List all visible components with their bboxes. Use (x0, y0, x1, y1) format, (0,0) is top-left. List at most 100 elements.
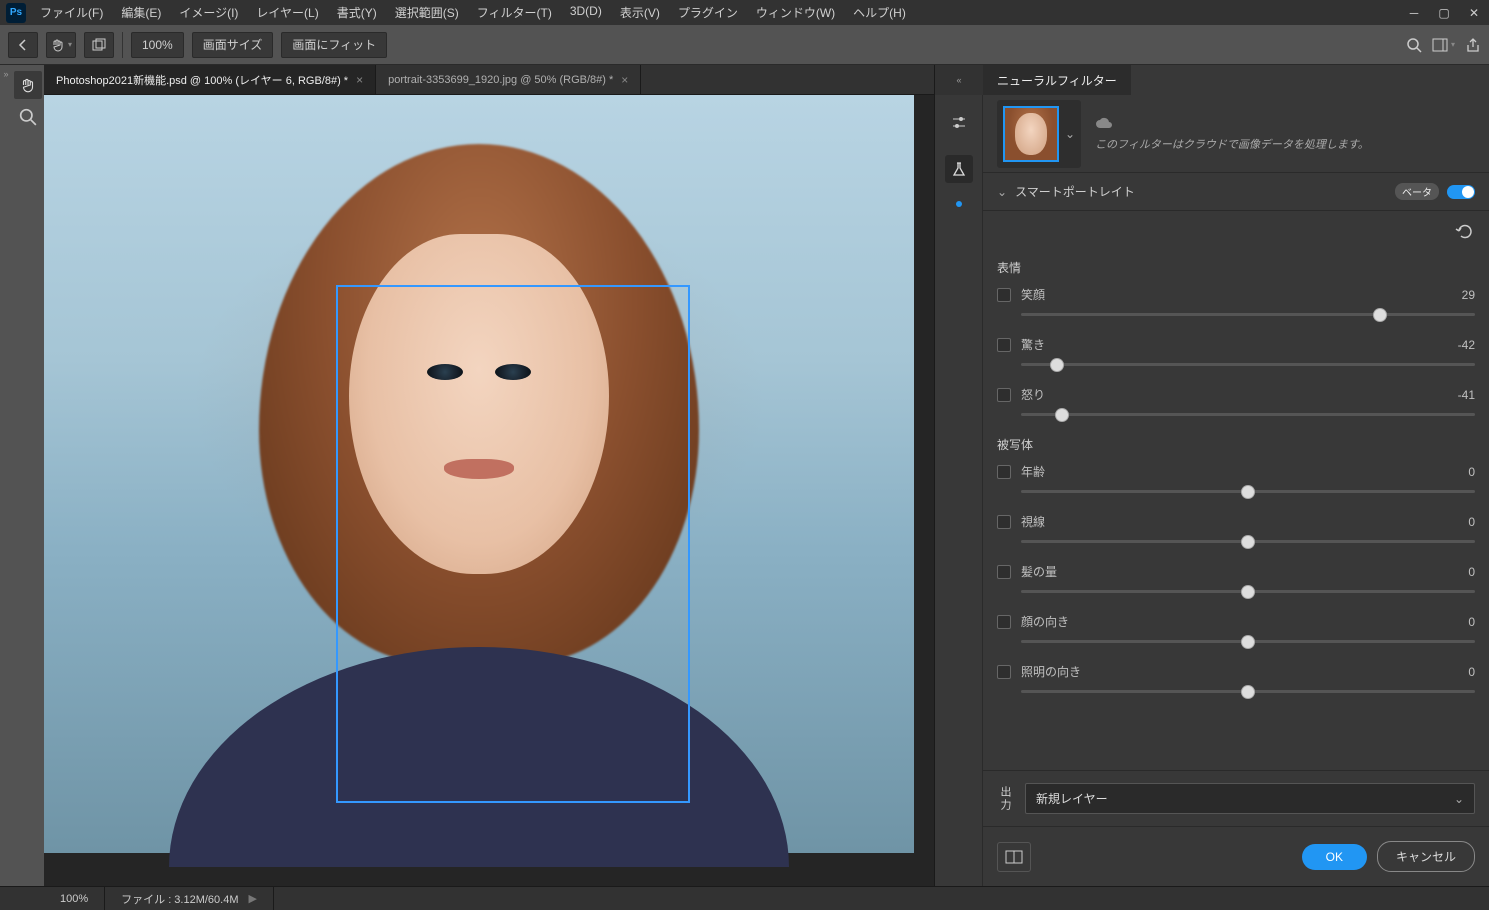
slider-thumb[interactable] (1055, 408, 1069, 422)
slider-row: 照明の向き0 (997, 663, 1475, 693)
panel-tab-bar: « ニューラルフィルター (935, 65, 1489, 95)
output-select[interactable]: 新規レイヤー ⌄ (1025, 783, 1475, 814)
reset-button[interactable] (1455, 223, 1475, 239)
menu-help[interactable]: ヘルプ(H) (845, 0, 914, 25)
cloud-message: このフィルターはクラウドで画像データを処理します。 (1095, 136, 1369, 152)
slider-checkbox[interactable] (997, 515, 1011, 529)
menu-3d[interactable]: 3D(D) (562, 0, 610, 25)
slider-checkbox[interactable] (997, 288, 1011, 302)
chevron-down-icon[interactable]: ⌄ (997, 185, 1007, 199)
face-thumb-dropdown[interactable]: ⌄ (997, 100, 1081, 168)
menu-select[interactable]: 選択範囲(S) (387, 0, 467, 25)
slider-track[interactable] (1021, 363, 1475, 366)
slider-thumb[interactable] (1241, 485, 1255, 499)
panel-main: ⌄ このフィルターはクラウドで画像データを処理します。 ⌄ スマートポートレイト… (983, 95, 1489, 886)
status-doc-size[interactable]: ファイル : 3.12M/60.4M ▶ (105, 887, 274, 910)
tab-label: portrait-3353699_1920.jpg @ 50% (RGB/8#)… (388, 74, 613, 86)
sliders-area[interactable]: 表情笑顔29驚き-42怒り-41被写体年齢0視線0髪の量0顔の向き0照明の向き0 (983, 243, 1489, 770)
menu-edit[interactable]: 編集(E) (113, 0, 169, 25)
hand-tool[interactable] (14, 71, 42, 99)
app-logo: Ps (6, 3, 26, 23)
slider-track[interactable] (1021, 413, 1475, 416)
maximize-button[interactable]: ▢ (1429, 0, 1459, 25)
panel-collapse[interactable]: « (935, 65, 983, 95)
slider-label: 年齢 (1021, 463, 1045, 480)
slider-track[interactable] (1021, 313, 1475, 316)
left-collapse-strip[interactable]: » (0, 65, 12, 886)
slider-checkbox[interactable] (997, 615, 1011, 629)
share-icon[interactable] (1465, 37, 1481, 53)
status-zoom[interactable]: 100% (44, 887, 105, 910)
tool-strip (12, 65, 44, 886)
panel-title[interactable]: ニューラルフィルター (983, 65, 1131, 95)
slider-track[interactable] (1021, 690, 1475, 693)
filters-beta-icon[interactable] (945, 155, 973, 183)
minimize-button[interactable]: ─ (1399, 0, 1429, 25)
menu-bar: ファイル(F) 編集(E) イメージ(I) レイヤー(L) 書式(Y) 選択範囲… (32, 0, 914, 25)
document-tab[interactable]: Photoshop2021新機能.psd @ 100% (レイヤー 6, RGB… (44, 65, 376, 94)
menu-type[interactable]: 書式(Y) (329, 0, 385, 25)
slider-track[interactable] (1021, 640, 1475, 643)
filter-enable-toggle[interactable] (1447, 185, 1475, 199)
menu-file[interactable]: ファイル(F) (32, 0, 111, 25)
face-selector-row: ⌄ このフィルターはクラウドで画像データを処理します。 (983, 95, 1489, 173)
ok-button[interactable]: OK (1302, 844, 1367, 870)
preview-toggle-button[interactable] (997, 842, 1031, 872)
output-value: 新規レイヤー (1036, 790, 1108, 807)
slider-track[interactable] (1021, 540, 1475, 543)
hand-tool-option[interactable]: ▾ (46, 32, 76, 58)
menu-layer[interactable]: レイヤー(L) (248, 0, 326, 25)
options-bar: ▾ 100% 画面サイズ 画面にフィット ▾ (0, 25, 1489, 65)
slider-value: 0 (1451, 565, 1475, 579)
slider-value: 0 (1451, 665, 1475, 679)
slider-checkbox[interactable] (997, 565, 1011, 579)
canvas[interactable] (44, 95, 914, 853)
workspace-switcher[interactable]: ▾ (1432, 38, 1455, 52)
panel-category-icons (935, 95, 983, 886)
slider-label: 顔の向き (1021, 613, 1069, 630)
fit-screen-button[interactable]: 画面サイズ (192, 32, 274, 58)
filter-name: スマートポートレイト (1015, 183, 1135, 200)
menu-filter[interactable]: フィルター(T) (469, 0, 560, 25)
scroll-all-windows-button[interactable] (84, 32, 114, 58)
document-tab[interactable]: portrait-3353699_1920.jpg @ 50% (RGB/8#)… (376, 65, 641, 94)
canvas-viewport[interactable] (44, 95, 934, 886)
output-row: 出力 新規レイヤー ⌄ (983, 770, 1489, 826)
slider-checkbox[interactable] (997, 338, 1011, 352)
cancel-button[interactable]: キャンセル (1377, 841, 1475, 872)
slider-thumb[interactable] (1241, 635, 1255, 649)
slider-thumb[interactable] (1241, 685, 1255, 699)
zoom-level-field[interactable]: 100% (131, 32, 184, 58)
tab-label: Photoshop2021新機能.psd @ 100% (レイヤー 6, RGB… (56, 72, 348, 88)
slider-track[interactable] (1021, 490, 1475, 493)
close-button[interactable]: ✕ (1459, 0, 1489, 25)
menu-plugins[interactable]: プラグイン (670, 0, 746, 25)
home-back-button[interactable] (8, 32, 38, 58)
slider-label: 怒り (1021, 386, 1045, 403)
menu-image[interactable]: イメージ(I) (171, 0, 246, 25)
document-tab-bar: Photoshop2021新機能.psd @ 100% (レイヤー 6, RGB… (44, 65, 934, 95)
close-icon[interactable]: × (356, 73, 363, 87)
frame-icon (1432, 38, 1448, 52)
zoom-tool[interactable] (14, 103, 42, 131)
slider-checkbox[interactable] (997, 465, 1011, 479)
slider-thumb[interactable] (1373, 308, 1387, 322)
slider-track[interactable] (1021, 590, 1475, 593)
menu-window[interactable]: ウィンドウ(W) (748, 0, 843, 25)
slider-thumb[interactable] (1241, 535, 1255, 549)
filter-header-row: ⌄ スマートポートレイト ベータ (983, 173, 1489, 211)
output-label: 出力 (997, 786, 1013, 812)
slider-checkbox[interactable] (997, 388, 1011, 402)
slider-checkbox[interactable] (997, 665, 1011, 679)
status-bar: 100% ファイル : 3.12M/60.4M ▶ (0, 886, 1489, 910)
menu-view[interactable]: 表示(V) (612, 0, 668, 25)
fit-on-screen-button[interactable]: 画面にフィット (281, 32, 387, 58)
slider-thumb[interactable] (1050, 358, 1064, 372)
filters-all-icon[interactable] (945, 109, 973, 137)
slider-thumb[interactable] (1241, 585, 1255, 599)
cloud-icon (1095, 116, 1113, 130)
search-icon[interactable] (1406, 37, 1422, 53)
slider-value: 0 (1451, 615, 1475, 629)
close-icon[interactable]: × (621, 73, 628, 87)
workspace: » Photoshop2021新機能.psd @ 100% (レイヤー 6, R… (0, 65, 1489, 886)
